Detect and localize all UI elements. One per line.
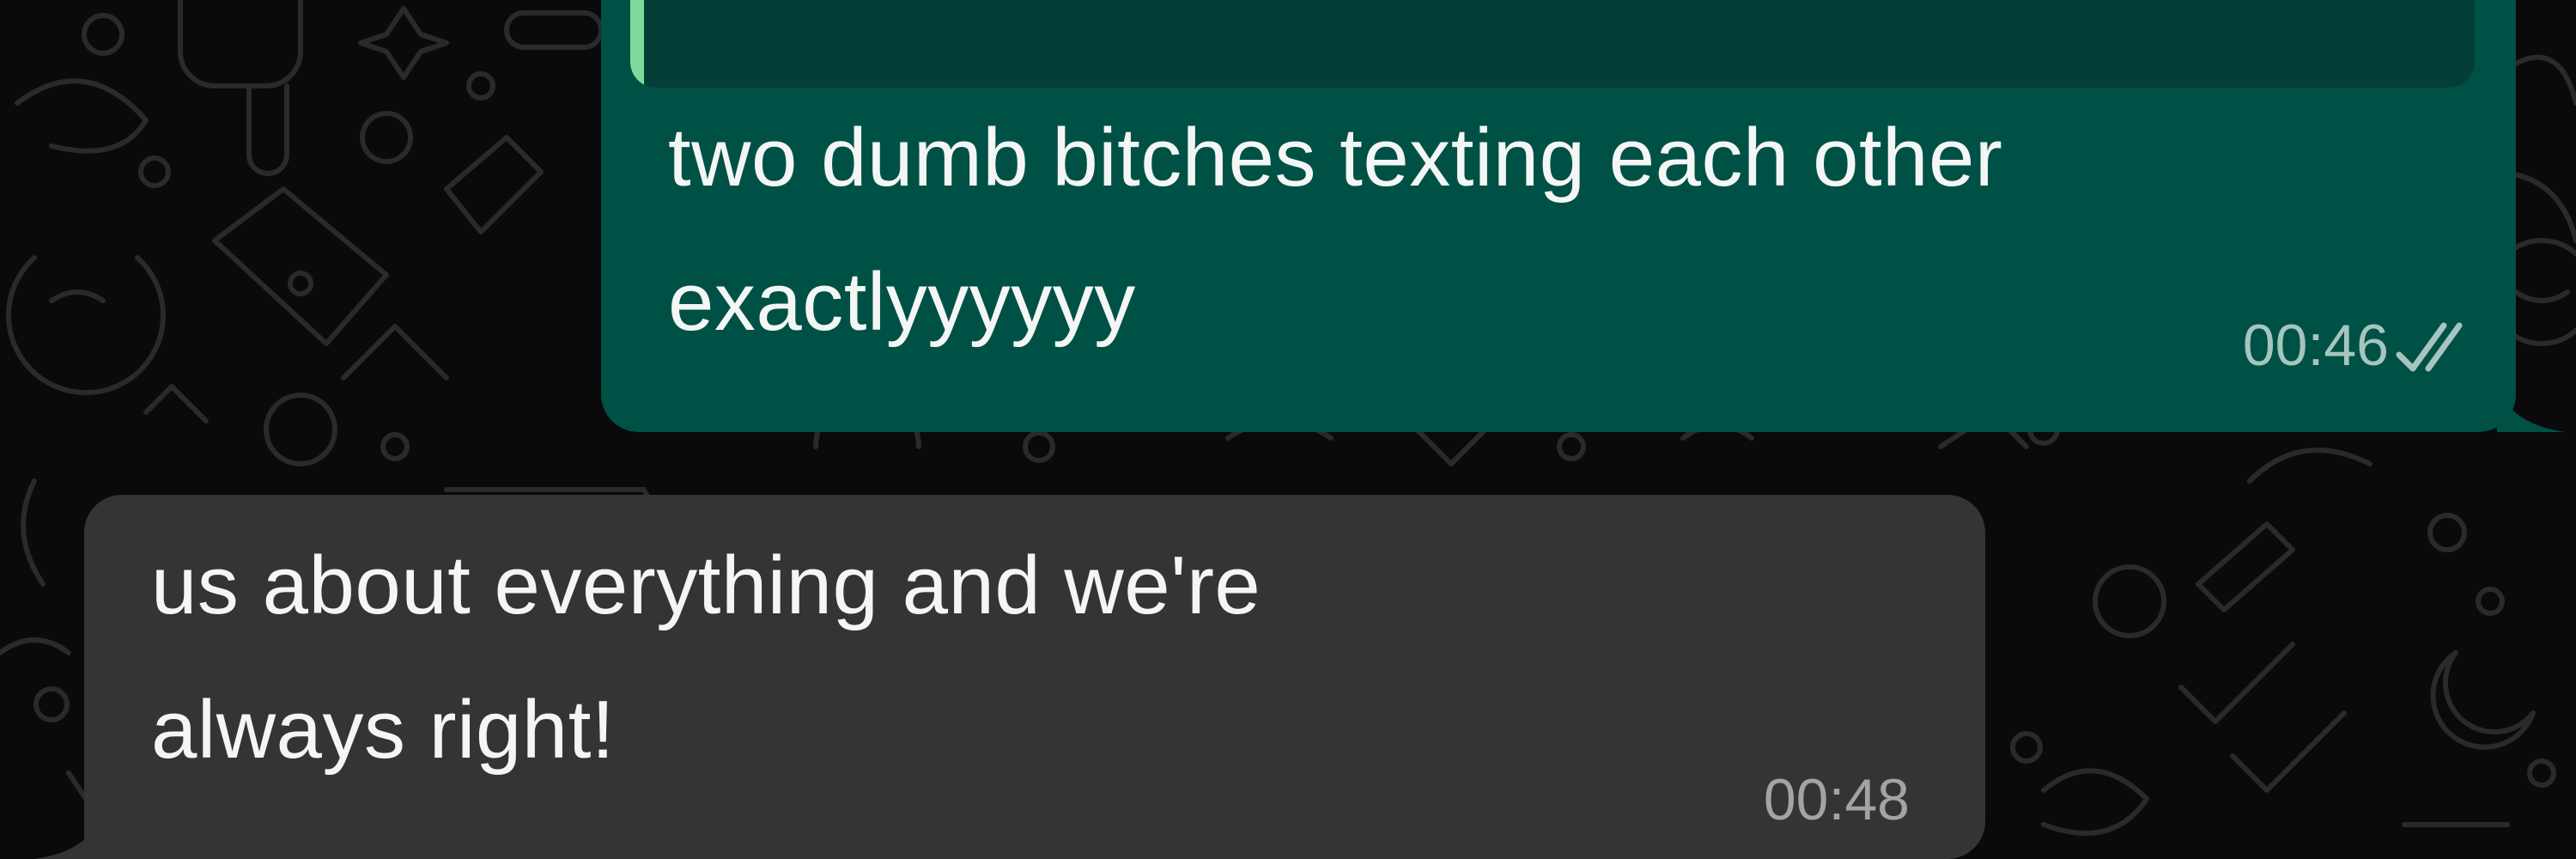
outgoing-message-line: two dumb bitches texting each other bbox=[668, 112, 2003, 204]
quote-accent-bar bbox=[630, 0, 644, 88]
incoming-timestamp: 00:48 bbox=[1763, 767, 1910, 832]
chat-view: two dumb bitches texting each other exac… bbox=[0, 0, 2576, 859]
incoming-message-text: us about everything and we're always rig… bbox=[151, 514, 1261, 802]
outgoing-message-line: exactlyyyyyy bbox=[668, 256, 1136, 348]
incoming-message-line: us about everything and we're bbox=[151, 539, 1261, 631]
quoted-message-preview[interactable] bbox=[630, 0, 2475, 88]
outgoing-message-bubble[interactable]: two dumb bitches texting each other exac… bbox=[601, 0, 2566, 432]
incoming-bubble-tail bbox=[34, 807, 103, 859]
incoming-message-line: always right! bbox=[151, 684, 616, 776]
incoming-message-bubble[interactable]: us about everything and we're always rig… bbox=[34, 495, 1985, 859]
outgoing-message-text: two dumb bitches texting each other exac… bbox=[668, 86, 2002, 375]
double-check-icon bbox=[2396, 322, 2463, 372]
outgoing-timestamp: 00:46 bbox=[2242, 313, 2389, 378]
outgoing-bubble-tail bbox=[2497, 381, 2566, 432]
